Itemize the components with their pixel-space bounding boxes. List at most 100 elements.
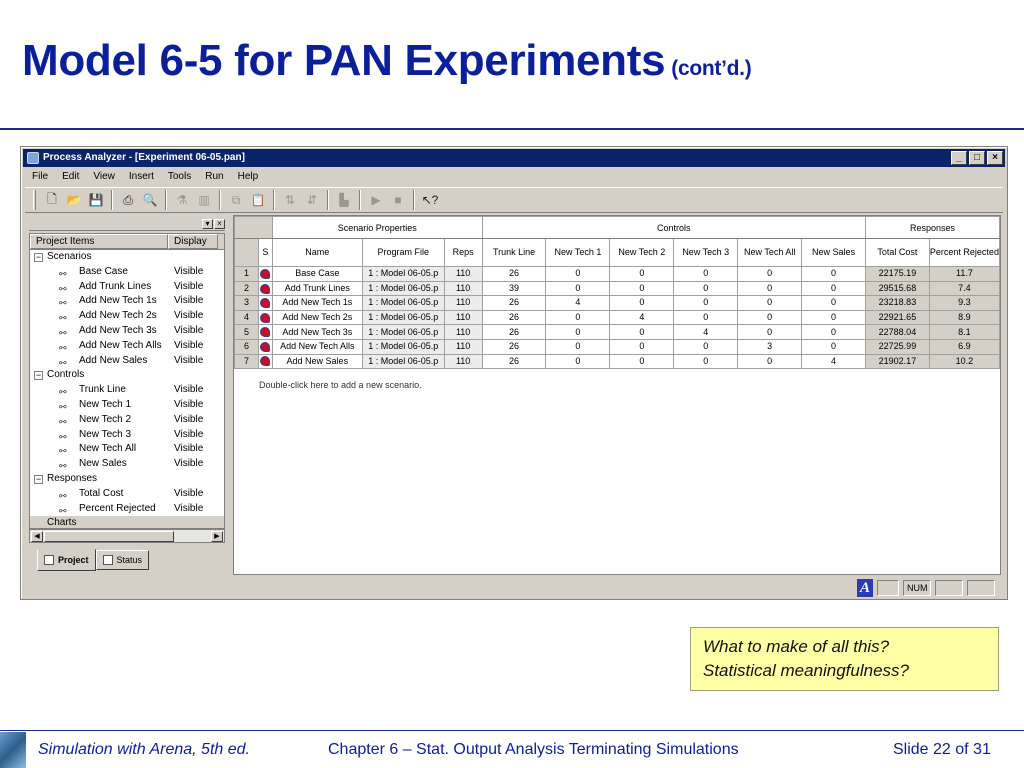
column-header[interactable]: Total Cost [865, 238, 930, 267]
cell-cost[interactable]: 23218.83 [865, 295, 930, 311]
cell-sales[interactable]: 0 [801, 280, 866, 297]
cell-t2[interactable]: 0 [609, 280, 675, 297]
cell-t1[interactable]: 0 [545, 266, 611, 282]
table-row[interactable]: 3 Add New Tech 1s 1 : Model 06-05.p 110 26 4 0… [234, 295, 1000, 311]
best-scenarios-icon[interactable]: ▙ [334, 190, 354, 210]
sort-descending-icon[interactable]: ⇵ [302, 190, 322, 210]
cell-file[interactable]: 1 : Model 06-05.p [361, 353, 445, 370]
cell-t3[interactable]: 0 [673, 309, 739, 326]
pane-close-icon[interactable]: × [214, 218, 225, 229]
tree-item-display[interactable]: Visible [174, 339, 203, 354]
tree-group-scenarios[interactable]: − Scenarios [30, 250, 224, 265]
cell-t2[interactable]: 0 [609, 324, 675, 340]
cell-pct[interactable]: 10.2 [928, 353, 1000, 370]
column-header[interactable]: New Tech 2 [609, 238, 675, 267]
tree-horizontal-scrollbar[interactable]: ◀ ▶ [29, 529, 225, 543]
cell-sales[interactable]: 0 [801, 295, 866, 311]
tree-item[interactable]: ⚯ New Tech All Visible [30, 442, 224, 457]
cell-t2[interactable]: 0 [609, 338, 675, 355]
tree-group-responses[interactable]: − Responses [30, 472, 224, 487]
tree-item[interactable]: ⚯ Total Cost Visible [30, 487, 224, 502]
print-preview-icon[interactable]: 🔍 [140, 190, 160, 210]
window-titlebar[interactable]: Process Analyzer - [Experiment 06-05.pan… [23, 149, 1005, 167]
table-row[interactable]: 4 Add New Tech 2s 1 : Model 06-05.p 110 26 0 4… [234, 309, 1000, 326]
tree-item-display[interactable]: Visible [174, 354, 203, 369]
tree-item-display[interactable]: Visible [174, 442, 203, 457]
minimize-button[interactable]: _ [951, 151, 967, 165]
tree-item[interactable]: ⚯ New Tech 2 Visible [30, 413, 224, 428]
cell-cost[interactable]: 21902.17 [865, 353, 930, 370]
close-button[interactable]: × [987, 151, 1003, 165]
column-header[interactable]: New Tech 3 [673, 238, 739, 267]
collapse-icon[interactable]: − [34, 253, 43, 262]
tree-item-display[interactable]: Visible [174, 324, 203, 339]
open-icon[interactable]: 📂 [64, 190, 84, 210]
column-header[interactable]: Program File [361, 238, 445, 267]
paste-icon[interactable]: 📋 [248, 190, 268, 210]
cell-trunk[interactable]: 26 [481, 353, 547, 370]
cell-tall[interactable]: 0 [737, 295, 803, 311]
cell-trunk[interactable]: 26 [481, 324, 547, 340]
stop-icon[interactable]: ■ [388, 190, 408, 210]
tree-item[interactable]: ⚯ Base Case Visible [30, 265, 224, 280]
help-cursor-icon[interactable]: ↖? [420, 190, 440, 210]
menu-view[interactable]: View [86, 169, 122, 185]
cell-t3[interactable]: 0 [673, 295, 739, 311]
column-header[interactable]: New Tech 1 [545, 238, 611, 267]
cell-file[interactable]: 1 : Model 06-05.p [361, 338, 445, 355]
scenario-status-cell[interactable] [257, 280, 273, 297]
cell-reps[interactable]: 110 [443, 266, 483, 282]
table-row[interactable]: 2 Add Trunk Lines 1 : Model 06-05.p 110 39 0 0… [234, 280, 1000, 297]
cell-t1[interactable]: 0 [545, 280, 611, 297]
tree-item[interactable]: ⚯ Add New Sales Visible [30, 354, 224, 369]
cell-t3[interactable]: 0 [673, 266, 739, 282]
cell-file[interactable]: 1 : Model 06-05.p [361, 324, 445, 340]
cell-tall[interactable]: 0 [737, 324, 803, 340]
cell-t1[interactable]: 0 [545, 309, 611, 326]
column-header[interactable]: S [257, 238, 273, 267]
print-icon[interactable]: ⎙ [118, 190, 138, 210]
cell-reps[interactable]: 110 [443, 338, 483, 355]
cell-name[interactable]: Base Case [271, 266, 363, 282]
cell-name[interactable]: Add New Tech 3s [271, 324, 363, 340]
cell-name[interactable]: Add Trunk Lines [271, 280, 363, 297]
cell-t2[interactable]: 0 [609, 353, 675, 370]
menu-run[interactable]: Run [198, 169, 230, 185]
row-number[interactable]: 1 [234, 266, 259, 282]
cell-tall[interactable]: 0 [737, 280, 803, 297]
tree-item-display[interactable]: Visible [174, 457, 203, 472]
row-number[interactable]: 2 [234, 280, 259, 297]
scenario-status-cell[interactable] [257, 353, 273, 370]
tree-item[interactable]: ⚯ Add New Tech 2s Visible [30, 309, 224, 324]
maximize-button[interactable]: □ [969, 151, 985, 165]
cell-name[interactable]: Add New Tech Alls [271, 338, 363, 355]
cell-t3[interactable]: 0 [673, 338, 739, 355]
tree-item[interactable]: ⚯ Add Trunk Lines Visible [30, 280, 224, 295]
tree-item[interactable]: ⚯ Add New Tech 1s Visible [30, 294, 224, 309]
cell-cost[interactable]: 22725.99 [865, 338, 930, 355]
scroll-right-icon[interactable]: ▶ [211, 531, 223, 542]
cell-reps[interactable]: 110 [443, 280, 483, 297]
cell-tall[interactable]: 0 [737, 309, 803, 326]
scenario-status-cell[interactable] [257, 324, 273, 340]
row-number[interactable]: 4 [234, 309, 259, 326]
cell-tall[interactable]: 0 [737, 353, 803, 370]
toolbar-grip[interactable] [33, 190, 36, 210]
cell-sales[interactable]: 0 [801, 266, 866, 282]
tree-item[interactable]: ⚯ Add New Tech Alls Visible [30, 339, 224, 354]
cell-sales[interactable]: 0 [801, 324, 866, 340]
tab-status[interactable]: Status [95, 550, 150, 570]
cell-file[interactable]: 1 : Model 06-05.p [361, 280, 445, 297]
column-header[interactable]: Reps [443, 238, 483, 267]
cell-t2[interactable]: 4 [609, 309, 675, 326]
pane-restore-icon[interactable]: ▾ [202, 218, 213, 229]
cell-pct[interactable]: 7.4 [928, 280, 1000, 297]
row-number[interactable]: 7 [234, 353, 259, 370]
row-number[interactable]: 5 [234, 324, 259, 340]
cell-tall[interactable]: 0 [737, 266, 803, 282]
sort-ascending-icon[interactable]: ⇅ [280, 190, 300, 210]
cell-name[interactable]: Add New Sales [271, 353, 363, 370]
cell-t1[interactable]: 4 [545, 295, 611, 311]
cell-trunk[interactable]: 26 [481, 266, 547, 282]
insert-chart-icon[interactable]: ▥ [194, 190, 214, 210]
